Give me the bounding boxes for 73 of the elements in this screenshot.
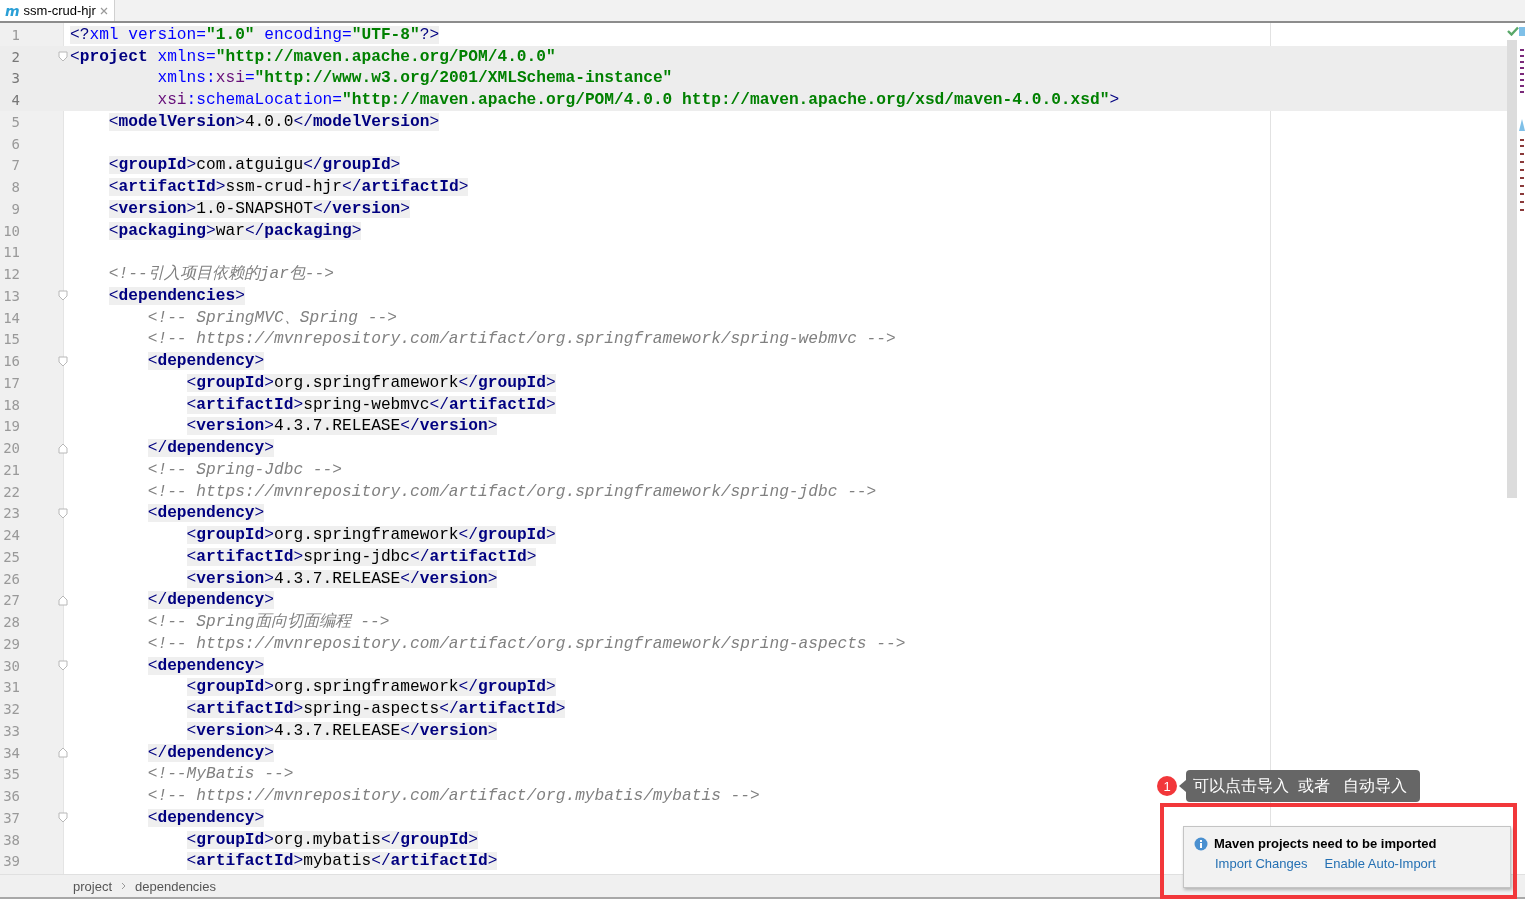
code-comment: <!-- SpringMVC、Spring -->: [147, 308, 397, 327]
code-line: xsi:schemaLocation="http://maven.apache.org/POM/4.0.0 http://maven.apache.org/xsd/maven-4.0.0.xsd">: [157, 91, 1120, 110]
line-number: 26: [2, 570, 20, 587]
line-number: 17: [2, 374, 20, 391]
line-number: 16: [2, 353, 20, 370]
unfold-icon[interactable]: [58, 594, 68, 606]
fold-icon[interactable]: [58, 812, 68, 824]
line-number: 23: [2, 505, 20, 522]
line-number: 34: [2, 744, 20, 761]
line-number: 38: [2, 831, 20, 848]
line-number: 11: [2, 244, 20, 261]
line-number: 10: [2, 222, 20, 239]
maven-file-icon: m: [5, 3, 20, 18]
notification-link[interactable]: Import Changes: [1215, 856, 1308, 871]
line-number: 29: [2, 635, 20, 652]
line-number: 14: [2, 309, 20, 326]
line-number: 20: [2, 440, 20, 457]
code-comment: <!-- Spring-Jdbc -->: [147, 460, 342, 479]
line-number: 7: [10, 157, 20, 174]
line-number: 31: [2, 679, 20, 696]
code-comment: <!-- https://mvnrepository.com/artifact/org.mybatis/mybatis -->: [147, 787, 760, 806]
code-line: xmlns:xsi="http://www.w3.org/2001/XMLSchema-instance": [157, 69, 673, 88]
line-number: 18: [2, 396, 20, 413]
code-comment: <!--MyBatis -->: [147, 765, 294, 784]
line-number: 24: [2, 527, 20, 544]
notification-link[interactable]: Enable Auto-Import: [1324, 856, 1436, 871]
line-number: 30: [2, 657, 20, 674]
line-number: 36: [2, 788, 20, 805]
line-number: 32: [2, 701, 20, 718]
line-number: 8: [10, 179, 20, 196]
line-number: 25: [2, 548, 20, 565]
line-number: 21: [2, 461, 20, 478]
scrollbar-thumb[interactable]: [1507, 40, 1517, 498]
fold-icon[interactable]: [58, 290, 68, 302]
line-number: 6: [10, 135, 20, 152]
line-number: 28: [2, 614, 20, 631]
line-number: 1: [10, 26, 20, 43]
line-number: 9: [10, 200, 20, 217]
code-comment: <!--引入项目依赖的jar包-->: [108, 265, 334, 284]
fold-icon[interactable]: [58, 355, 68, 367]
check-icon: [1507, 26, 1519, 36]
chevron-icon: [121, 882, 127, 890]
file-tab[interactable]: m ssm-crud-hjr: [0, 0, 115, 21]
line-number: 33: [2, 722, 20, 739]
line-number: 15: [2, 331, 20, 348]
unfold-icon[interactable]: [58, 747, 68, 759]
line-number: 37: [2, 809, 20, 826]
code-comment: <!-- https://mvnrepository.com/artifact/org.springframework/spring-aspects -->: [147, 634, 906, 653]
line-number: 12: [2, 266, 20, 283]
line-number: 35: [2, 766, 20, 783]
breadcrumb-item[interactable]: dependencies: [135, 878, 216, 894]
code-line: <project xmlns="http://maven.apache.org/POM/4.0.0": [70, 47, 556, 66]
annotation-tooltip: 可以点击导入 或者 自动导入: [1186, 770, 1420, 802]
line-number: 3: [10, 70, 20, 87]
close-icon[interactable]: [99, 6, 108, 15]
fold-icon[interactable]: [58, 51, 68, 63]
code-comment: <!-- https://mvnrepository.com/artifact/org.springframework/spring-webmvc -->: [147, 330, 896, 349]
line-number: 22: [2, 483, 20, 500]
line-number: 19: [2, 418, 20, 435]
fold-icon[interactable]: [58, 507, 68, 519]
notification-title: Maven projects need to be imported: [1214, 836, 1437, 851]
line-number: 4: [10, 92, 20, 109]
line-number: 39: [2, 853, 20, 870]
line-number: 2: [10, 48, 20, 65]
code-comment: <!-- https://mvnrepository.com/artifact/org.springframework/spring-jdbc -->: [147, 482, 877, 501]
fold-icon[interactable]: [58, 660, 68, 672]
line-number: 27: [2, 592, 20, 609]
code-comment: <!-- Spring面向切面编程 -->: [147, 613, 390, 632]
line-number: 13: [2, 287, 20, 304]
line-number: 5: [10, 113, 20, 130]
info-icon: [1194, 836, 1208, 851]
breadcrumb-item[interactable]: project: [73, 878, 113, 894]
unfold-icon[interactable]: [58, 442, 68, 454]
